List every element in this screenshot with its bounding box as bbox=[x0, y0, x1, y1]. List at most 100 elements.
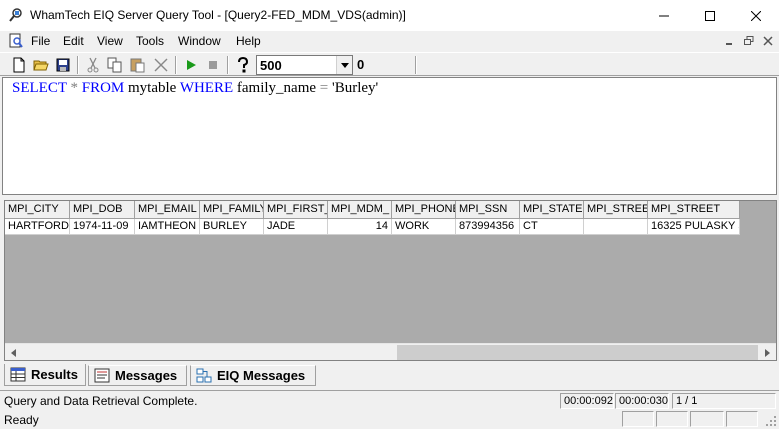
resize-grip-icon[interactable] bbox=[765, 415, 777, 427]
app-icon bbox=[9, 8, 22, 22]
maximize-button[interactable] bbox=[687, 0, 733, 31]
new-button[interactable] bbox=[10, 56, 28, 74]
table-row[interactable]: HARTFORD 1974-11-09 IAMTHEON BURLEY JADE 14 WO… bbox=[5, 219, 740, 235]
column-header[interactable]: MPI_MDM_ bbox=[328, 201, 392, 219]
column-header[interactable]: MPI_EMAIL bbox=[135, 201, 200, 219]
status-panel bbox=[690, 411, 724, 427]
menu-edit[interactable]: Edit bbox=[63, 34, 84, 48]
sql-editor[interactable]: SELECT * FROM mytable WHERE family_name … bbox=[2, 77, 777, 195]
sql-token: WHERE bbox=[179, 80, 234, 96]
row-position: 1 / 1 bbox=[672, 393, 776, 409]
table-cell[interactable] bbox=[584, 219, 648, 235]
app-status-bar: Ready bbox=[0, 409, 779, 429]
scroll-right-button[interactable] bbox=[759, 344, 776, 360]
table-cell[interactable]: CT bbox=[520, 219, 584, 235]
toolbar-separator bbox=[175, 56, 177, 74]
paste-icon bbox=[130, 58, 145, 73]
menu-help[interactable]: Help bbox=[236, 34, 261, 48]
toolbar-separator bbox=[227, 56, 229, 74]
menu-tools[interactable]: Tools bbox=[136, 34, 164, 48]
table-cell[interactable]: 873994356 bbox=[456, 219, 520, 235]
column-header[interactable]: MPI_STREE bbox=[584, 201, 648, 219]
table-cell[interactable]: 14 bbox=[328, 219, 392, 235]
table-cell[interactable]: JADE bbox=[264, 219, 328, 235]
child-restore-icon[interactable] bbox=[743, 35, 755, 47]
sql-token: 'Burley' bbox=[328, 80, 379, 96]
help-icon bbox=[238, 57, 249, 73]
sql-token: SELECT bbox=[12, 80, 67, 96]
copy-icon bbox=[107, 57, 122, 73]
minimize-icon bbox=[659, 15, 669, 16]
table-cell[interactable]: WORK bbox=[392, 219, 456, 235]
table-cell[interactable]: 1974-11-09 bbox=[70, 219, 135, 235]
column-header[interactable]: MPI_SSN bbox=[456, 201, 520, 219]
chevron-left-icon bbox=[11, 348, 16, 357]
delete-button[interactable] bbox=[152, 56, 170, 74]
scroll-left-button[interactable] bbox=[5, 344, 22, 360]
elapsed-time-2: 00:00:030 bbox=[615, 393, 669, 409]
child-minimize-icon[interactable] bbox=[724, 35, 736, 47]
menu-window[interactable]: Window bbox=[178, 34, 221, 48]
run-button[interactable] bbox=[182, 56, 200, 74]
menu-view[interactable]: View bbox=[97, 34, 123, 48]
column-header[interactable]: MPI_STATE bbox=[520, 201, 584, 219]
messages-icon bbox=[94, 368, 110, 383]
table-cell[interactable]: BURLEY bbox=[200, 219, 264, 235]
cut-icon bbox=[87, 57, 99, 73]
save-button[interactable] bbox=[54, 56, 72, 74]
elapsed-time-1: 00:00:092 bbox=[560, 393, 614, 409]
copy-button[interactable] bbox=[106, 56, 124, 74]
tab-results[interactable]: Results bbox=[4, 364, 86, 386]
results-grid[interactable]: MPI_CITY MPI_DOB MPI_EMAIL MPI_FAMILY MPI_FI… bbox=[4, 200, 777, 361]
tab-messages[interactable]: Messages bbox=[88, 365, 187, 386]
status-panel bbox=[656, 411, 688, 427]
toolbar: 500 0 bbox=[0, 52, 779, 76]
table-cell[interactable]: 16325 PULASKY ST. bbox=[648, 219, 740, 235]
results-grid-icon bbox=[10, 367, 26, 382]
save-icon bbox=[56, 58, 70, 72]
table-cell[interactable]: HARTFORD bbox=[5, 219, 70, 235]
cut-button[interactable] bbox=[84, 56, 102, 74]
close-button[interactable] bbox=[733, 0, 779, 31]
table-cell[interactable]: IAMTHEON bbox=[135, 219, 200, 235]
column-header[interactable]: MPI_STREET bbox=[648, 201, 740, 219]
row-count: 0 bbox=[357, 57, 365, 72]
status-message: Query and Data Retrieval Complete. bbox=[4, 394, 198, 408]
tab-eiq-messages[interactable]: EIQ Messages bbox=[190, 365, 316, 386]
help-button[interactable] bbox=[234, 56, 252, 74]
status-panel bbox=[622, 411, 654, 427]
sql-token: = bbox=[319, 80, 329, 96]
stop-icon bbox=[209, 61, 217, 69]
menu-file[interactable]: File bbox=[31, 34, 50, 48]
column-header[interactable]: MPI_FIRST_ bbox=[264, 201, 328, 219]
row-limit-select[interactable]: 500 bbox=[256, 55, 353, 75]
chevron-down-icon bbox=[340, 62, 349, 68]
open-folder-icon bbox=[33, 60, 49, 71]
sql-token: mytable bbox=[124, 80, 180, 96]
stop-button[interactable] bbox=[204, 56, 222, 74]
tab-messages-label: Messages bbox=[115, 368, 178, 383]
eiq-messages-icon bbox=[196, 368, 212, 383]
open-button[interactable] bbox=[32, 56, 50, 74]
sql-token: * bbox=[70, 80, 78, 96]
sql-query-text: SELECT * FROM mytable WHERE family_name … bbox=[12, 80, 378, 97]
row-limit-value: 500 bbox=[260, 58, 282, 73]
sql-token: family_name bbox=[233, 80, 320, 96]
tab-results-label: Results bbox=[31, 367, 78, 382]
scroll-thumb[interactable] bbox=[397, 345, 758, 360]
menu-bar: File Edit View Tools Window Help bbox=[0, 31, 779, 51]
chevron-right-icon bbox=[765, 348, 770, 357]
column-header[interactable]: MPI_DOB bbox=[70, 201, 135, 219]
tab-eiq-messages-label: EIQ Messages bbox=[217, 368, 306, 383]
document-icon[interactable] bbox=[8, 33, 24, 49]
horizontal-scrollbar[interactable] bbox=[5, 343, 776, 360]
row-limit-dropdown[interactable] bbox=[336, 56, 352, 74]
child-close-icon[interactable] bbox=[762, 35, 774, 47]
minimize-button[interactable] bbox=[641, 0, 687, 31]
column-header[interactable]: MPI_CITY bbox=[5, 201, 70, 219]
column-header[interactable]: MPI_FAMILY bbox=[200, 201, 264, 219]
toolbar-separator bbox=[77, 56, 79, 74]
column-header[interactable]: MPI_PHONE bbox=[392, 201, 456, 219]
paste-button[interactable] bbox=[128, 56, 146, 74]
title-bar: WhamTech EIQ Server Query Tool - [Query2… bbox=[0, 0, 779, 31]
